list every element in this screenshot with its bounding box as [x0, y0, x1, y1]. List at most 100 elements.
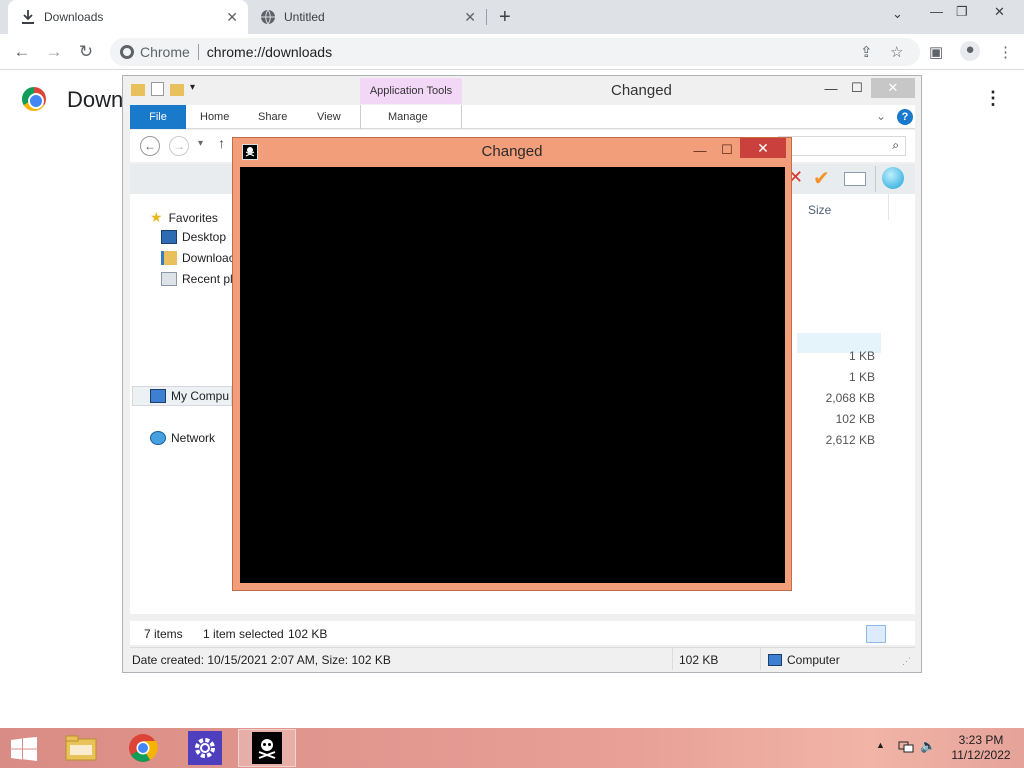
- properties-icon[interactable]: [151, 82, 164, 96]
- explorer-forward-icon[interactable]: →: [169, 136, 189, 156]
- chrome-icon[interactable]: [114, 729, 172, 767]
- restore-icon[interactable]: ❐: [956, 4, 968, 20]
- settings-gear-icon[interactable]: [176, 729, 234, 767]
- new-tab-icon[interactable]: +: [499, 6, 511, 29]
- help-icon[interactable]: ?: [897, 109, 913, 125]
- tab-view[interactable]: View: [305, 105, 353, 129]
- tab-file[interactable]: File: [130, 105, 186, 129]
- omnibox-divider: [197, 44, 199, 60]
- side-panel-icon[interactable]: ▣: [929, 43, 943, 61]
- pirate-app-taskbar-icon[interactable]: [238, 729, 296, 767]
- nav-desktop-label: Desktop: [182, 230, 227, 244]
- reload-icon[interactable]: ↻: [75, 41, 97, 63]
- new-folder-icon[interactable]: [170, 84, 184, 96]
- details-divider: [672, 648, 673, 670]
- file-size-cell: 102 KB: [835, 412, 875, 426]
- recent-locations-chevron-icon[interactable]: ▾: [198, 138, 203, 149]
- tab-home[interactable]: Home: [188, 105, 241, 129]
- tab-untitled[interactable]: Untitled ✕: [248, 0, 486, 34]
- windows-start-icon[interactable]: [10, 737, 38, 761]
- nav-desktop[interactable]: Desktop: [161, 230, 226, 244]
- black-canvas[interactable]: [240, 167, 785, 583]
- profile-avatar-icon[interactable]: ●: [960, 41, 980, 61]
- computer-icon: [150, 389, 166, 403]
- changed-minimize-icon[interactable]: —: [686, 140, 714, 160]
- explorer-title-bar: ▾ Application Tools Changed — ☐ ✕: [123, 76, 921, 104]
- nav-favorites[interactable]: ★ Favorites: [150, 209, 218, 226]
- column-header-size[interactable]: Size: [796, 194, 915, 220]
- shell-globe-icon[interactable]: [882, 167, 904, 189]
- close-tab-icon[interactable]: ✕: [464, 9, 476, 26]
- checkmark-icon[interactable]: ✔: [813, 166, 830, 191]
- network-tray-icon[interactable]: [898, 740, 914, 757]
- nav-recent-label: Recent pl: [182, 272, 233, 286]
- ribbon-tabs: File Home Share View Manage ⌄ ?: [130, 105, 915, 129]
- download-icon: [20, 9, 36, 25]
- globe-icon: [260, 9, 276, 25]
- nav-recent-places[interactable]: Recent pl: [161, 272, 233, 286]
- share-icon[interactable]: ⇪: [860, 43, 873, 61]
- computer-small-icon: [768, 654, 782, 666]
- forward-arrow-icon[interactable]: →: [43, 41, 65, 63]
- explorer-back-icon[interactable]: ←: [140, 136, 160, 156]
- back-arrow-icon[interactable]: ←: [11, 41, 33, 63]
- folder-icon: [131, 84, 145, 96]
- details-view-icon[interactable]: [866, 625, 886, 643]
- close-window-icon[interactable]: ✕: [994, 4, 1005, 20]
- customize-qat-icon[interactable]: ▾: [190, 82, 195, 96]
- large-icons-view-icon[interactable]: [890, 625, 910, 643]
- column-size-label: Size: [808, 203, 832, 217]
- column-divider: [888, 194, 889, 220]
- close-tab-icon[interactable]: ✕: [226, 9, 238, 26]
- nav-downloads[interactable]: Downloac: [161, 251, 235, 265]
- search-icon: ⌕: [892, 138, 899, 152]
- expand-ribbon-chevron-icon[interactable]: ⌄: [876, 109, 886, 123]
- tab-label: Untitled: [284, 10, 325, 24]
- rename-icon[interactable]: [844, 172, 866, 186]
- page-title: Down: [67, 87, 124, 112]
- file-explorer-icon[interactable]: [52, 729, 110, 767]
- show-hidden-icons-icon[interactable]: ▲: [876, 740, 885, 750]
- address-bar[interactable]: Chrome chrome://downloads: [110, 38, 920, 66]
- explorer-search-input[interactable]: d ⌕: [778, 136, 906, 156]
- clock-time: 3:23 PM: [958, 733, 1004, 747]
- page-menu-icon[interactable]: ⋮: [984, 88, 1002, 109]
- details-divider: [760, 648, 761, 670]
- desktop-icon: [161, 230, 177, 244]
- url-text: chrome://downloads: [206, 44, 333, 60]
- changed-maximize-icon[interactable]: ☐: [713, 140, 741, 160]
- item-count: 7 items: [144, 627, 183, 641]
- nav-computer-label: My Compu: [171, 389, 230, 403]
- bookmark-star-icon[interactable]: ☆: [890, 43, 903, 61]
- clock-date: 11/12/2022: [951, 748, 1011, 762]
- kebab-menu-icon[interactable]: ⋮: [998, 43, 1013, 61]
- changed-close-icon[interactable]: ✕: [740, 138, 786, 158]
- selection-count: 1 item selected: [203, 627, 284, 641]
- volume-icon[interactable]: 🔈: [920, 738, 936, 754]
- tab-downloads[interactable]: Downloads ✕: [8, 0, 248, 34]
- chrome-site-icon: [120, 45, 134, 59]
- tab-separator: [486, 9, 487, 25]
- explorer-close-icon[interactable]: ✕: [871, 78, 915, 98]
- explorer-title: Changed: [611, 82, 672, 99]
- details-size: 102 KB: [679, 653, 719, 667]
- windows-taskbar: ▲ 🔈 3:23 PM 11/12/2022: [0, 728, 1024, 768]
- tab-share[interactable]: Share: [246, 105, 299, 129]
- command-separator: [875, 166, 876, 192]
- downloads-folder-icon: [161, 251, 177, 265]
- nav-my-computer[interactable]: My Compu: [150, 389, 229, 403]
- system-clock[interactable]: 3:23 PM 11/12/2022: [946, 733, 1016, 763]
- minimize-icon[interactable]: —: [930, 4, 943, 19]
- nav-network[interactable]: Network: [150, 431, 215, 445]
- selection-size: 102 KB: [288, 627, 328, 641]
- nav-network-label: Network: [171, 431, 216, 445]
- tab-search-chevron-icon[interactable]: ⌄: [892, 6, 903, 22]
- nav-downloads-label: Downloac: [182, 251, 235, 265]
- up-arrow-icon[interactable]: ↑: [218, 135, 225, 151]
- nav-favorites-label: Favorites: [168, 210, 218, 225]
- resize-grip-icon[interactable]: ⋰: [902, 656, 911, 667]
- tab-manage[interactable]: Manage: [376, 105, 440, 129]
- file-size-cell: 1 KB: [848, 370, 875, 384]
- tab-label: Downloads: [44, 10, 104, 24]
- details-location: Computer: [787, 653, 840, 667]
